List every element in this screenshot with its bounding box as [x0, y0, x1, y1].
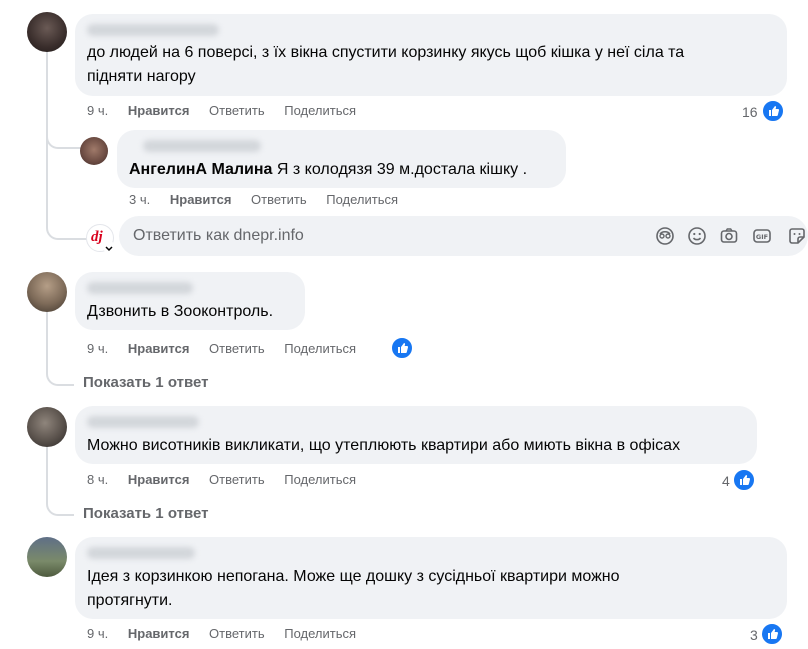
reply-button[interactable]: Ответить [251, 192, 307, 207]
comment-actions: 9 ч. Нравится Ответить Поделиться [87, 626, 372, 641]
author-name[interactable] [87, 282, 193, 294]
thread-connector [46, 362, 74, 386]
comment-text: Можно висотників викликати, що утеплюють… [87, 437, 681, 454]
avatar[interactable] [27, 272, 67, 312]
reply-button[interactable]: Ответить [209, 341, 265, 356]
like-icon[interactable] [760, 622, 784, 646]
like-button[interactable]: Нравится [128, 341, 190, 356]
timestamp[interactable]: 8 ч. [87, 472, 108, 487]
like-button[interactable]: Нравится [128, 626, 190, 641]
avatar[interactable] [27, 537, 67, 577]
like-icon[interactable] [761, 99, 785, 123]
comment-actions: 3 ч. Нравится Ответить Поделиться [129, 192, 414, 207]
comment-text: протягнути. [87, 592, 173, 609]
gif-icon[interactable]: GIF [752, 226, 772, 246]
thread-line [46, 312, 48, 362]
like-button[interactable]: Нравится [128, 472, 190, 487]
author-name[interactable] [87, 416, 199, 428]
reply-placeholder: Ответить как dnepr.info [133, 227, 304, 244]
comment-text: підняти нагору [87, 68, 196, 85]
comment-text: Ідея з корзинкою непогана. Може ще дошку… [87, 568, 620, 585]
camera-icon[interactable] [719, 226, 739, 246]
timestamp[interactable]: 3 ч. [129, 192, 150, 207]
reply-body: Я з колодязя 39 м.достала кішку . [276, 161, 528, 178]
comment-bubble: Дзвонить в Зооконтроль. [75, 272, 305, 330]
like-button[interactable]: Нравится [170, 192, 232, 207]
reaction-count[interactable]: 4 [722, 473, 730, 489]
show-replies-link[interactable]: Показать 1 ответ [83, 505, 208, 522]
comment-bubble: до людей на 6 поверсі, з їх вікна спусти… [75, 14, 787, 96]
svg-text:GIF: GIF [756, 233, 768, 241]
avatar[interactable] [80, 137, 108, 165]
comment-bubble: Ідея з корзинкою непогана. Може ще дошку… [75, 537, 787, 619]
reaction-count[interactable]: 16 [742, 104, 758, 120]
reply-text: АнгелинА Малина Я з колодязя 39 м.достал… [129, 158, 527, 182]
emoji-icon[interactable] [687, 226, 707, 246]
share-button[interactable]: Поделиться [326, 192, 398, 207]
show-replies-link[interactable]: Показать 1 ответ [83, 374, 208, 391]
author-name[interactable] [87, 24, 219, 36]
reply-button[interactable]: Ответить [209, 103, 265, 118]
comment-bubble: Можно висотників викликати, що утеплюють… [75, 406, 757, 464]
timestamp[interactable]: 9 ч. [87, 103, 108, 118]
reply-button[interactable]: Ответить [209, 472, 265, 487]
reaction-count[interactable]: 3 [750, 627, 758, 643]
comment-actions: 8 ч. Нравится Ответить Поделиться [87, 472, 372, 487]
reply-input[interactable]: Ответить как dnepr.info GIF [119, 216, 808, 256]
reply-bubble: АнгелинА Малина Я з колодязя 39 м.достал… [117, 130, 566, 188]
comment-actions: 9 ч. Нравится Ответить Поделиться [87, 103, 372, 118]
thread-connector [46, 214, 88, 240]
share-button[interactable]: Поделиться [284, 103, 356, 118]
share-button[interactable]: Поделиться [284, 341, 356, 356]
thread-line [46, 446, 48, 492]
avatar-sticker-icon[interactable] [655, 226, 675, 246]
timestamp[interactable]: 9 ч. [87, 341, 108, 356]
comment-actions: 9 ч. Нравится Ответить Поделиться [87, 341, 372, 356]
comment-text: до людей на 6 поверсі, з їх вікна спусти… [87, 44, 685, 61]
thread-connector [46, 492, 74, 516]
sticker-icon[interactable] [787, 226, 807, 246]
mention-tag[interactable]: АнгелинА Малина [129, 161, 272, 178]
like-icon[interactable] [390, 336, 414, 360]
avatar[interactable] [27, 12, 67, 52]
reply-button[interactable]: Ответить [209, 626, 265, 641]
chevron-down-icon[interactable] [103, 241, 115, 253]
share-button[interactable]: Поделиться [284, 472, 356, 487]
like-icon[interactable] [732, 468, 756, 492]
timestamp[interactable]: 9 ч. [87, 626, 108, 641]
like-button[interactable]: Нравится [128, 103, 190, 118]
comment-text: Дзвонить в Зооконтроль. [87, 303, 274, 320]
author-name[interactable] [143, 140, 261, 152]
author-name[interactable] [87, 547, 195, 559]
avatar[interactable] [27, 407, 67, 447]
share-button[interactable]: Поделиться [284, 626, 356, 641]
